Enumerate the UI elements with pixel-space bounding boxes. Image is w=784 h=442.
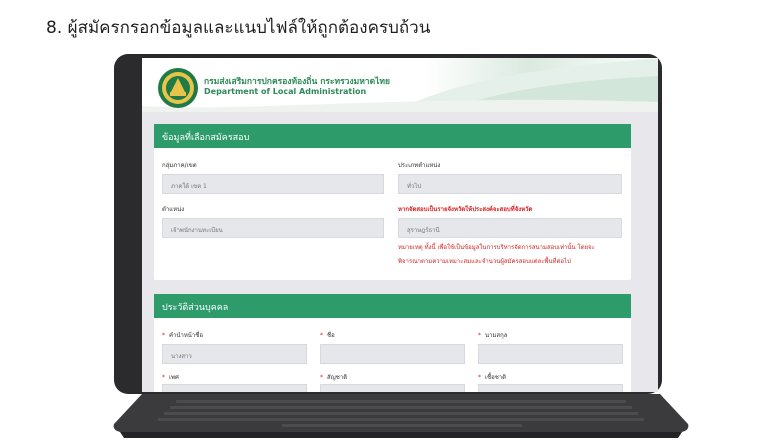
lastname-label: * นามสกุล (478, 332, 508, 339)
group-field[interactable]: ภาคใต้ เขต 1 (162, 174, 384, 194)
keyboard-icon (113, 394, 689, 438)
position-field[interactable]: เจ้าพนักงานทะเบียน (162, 218, 384, 238)
laptop-screen: กรมส่งเสริมการปกครองท้องถิ่น กระทรวงมหาด… (142, 58, 658, 392)
prefix-label: * คำนำหน้าชื่อ (162, 332, 203, 339)
instruction-heading: 8. ผู้สมัครกรอกข้อมูลและแนบไฟล์ให้ถูกต้อ… (46, 18, 431, 38)
dla-emblem-icon (158, 68, 198, 108)
province-label: หากจัดสอบเป็นรายจังหวัดให้ประสงค์จะสอบที… (398, 206, 533, 213)
org-name-english: Department of Local Administration (204, 87, 367, 96)
site-header: กรมส่งเสริมการปกครองท้องถิ่น กระทรวงมหาด… (142, 58, 658, 112)
org-name-thai: กรมส่งเสริมการปกครองท้องถิ่น กระทรวงมหาด… (204, 77, 390, 87)
exam-selection-section: ข้อมูลที่เลือกสมัครสอบ กลุ่มภาค/เขต ภาคใ… (154, 124, 631, 280)
ethnicity-field[interactable] (320, 384, 465, 392)
lastname-field[interactable] (478, 344, 623, 364)
gender-label: * เพศ (162, 374, 179, 381)
firstname-field[interactable] (320, 344, 465, 364)
gender-field[interactable] (162, 384, 307, 392)
nationality-label: * เชื้อชาติ (478, 374, 507, 381)
province-field[interactable]: สุราษฎร์ธานี (398, 218, 622, 238)
prefix-field[interactable]: นางสาว (162, 344, 307, 364)
section-title: ข้อมูลที่เลือกสมัครสอบ (162, 133, 250, 143)
note-line-1: หมายเหตุ ทั้งนี้ เพื่อใช้เป็นข้อมูลในการ… (398, 244, 595, 251)
position-type-label: ประเภทตำแหน่ง (398, 162, 441, 169)
firstname-label: * ชื่อ (320, 332, 335, 339)
position-type-field[interactable]: ทั่วไป (398, 174, 622, 194)
note-line-2: พิจารณาตามความเหมาะสมและจำนวนผู้สมัครสอบ… (398, 258, 571, 265)
position-label: ตำแหน่ง (162, 206, 185, 213)
group-label: กลุ่มภาค/เขต (162, 162, 197, 169)
ethnicity-label: * สัญชาติ (320, 374, 348, 381)
section-title: ประวัติส่วนบุคคล (162, 303, 229, 313)
personal-info-section: ประวัติส่วนบุคคล * คำนำหน้าชื่อ นางสาว * ช… (154, 294, 631, 392)
nationality-field[interactable] (478, 384, 623, 392)
section-header-bar: ประวัติส่วนบุคคล (154, 294, 631, 318)
section-header-bar: ข้อมูลที่เลือกสมัครสอบ (154, 124, 631, 148)
laptop-keyboard-base (112, 394, 690, 442)
